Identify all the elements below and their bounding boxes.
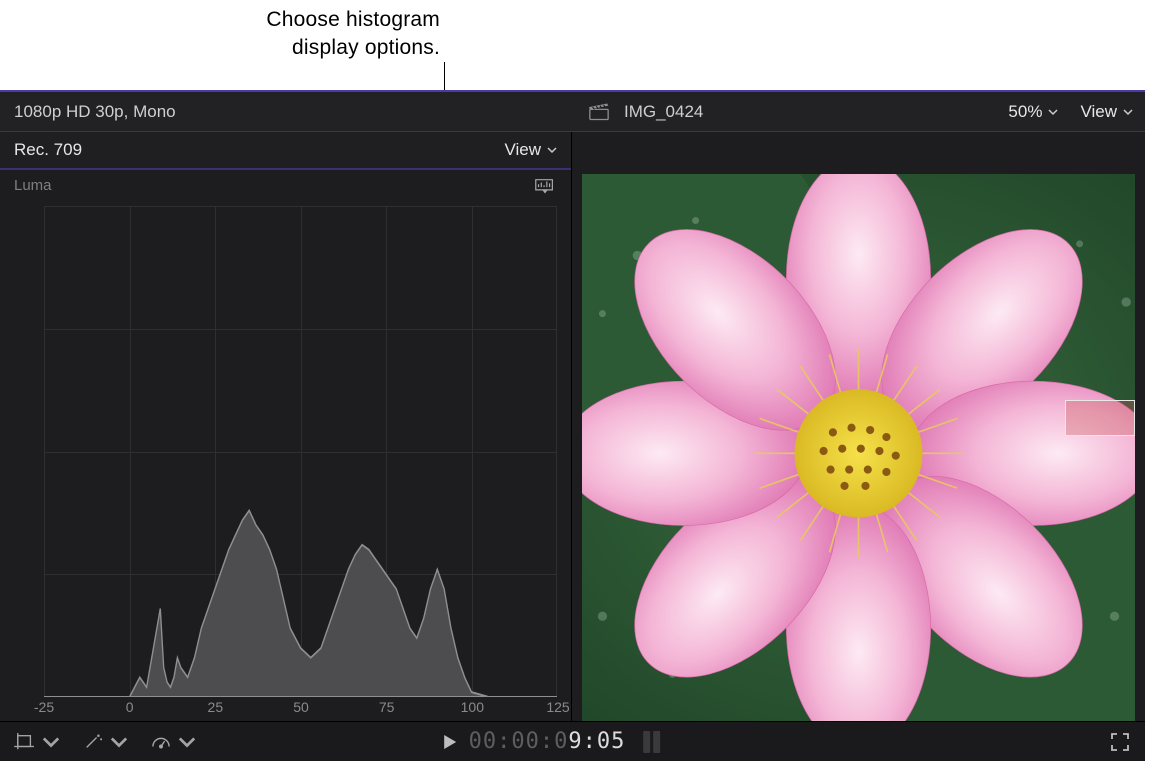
timecode-display[interactable]: 00:00:09:05 <box>469 729 626 754</box>
app-window: 1080p HD 30p, Mono IMG_0424 50% View <box>0 90 1145 761</box>
format-info: 1080p HD 30p, Mono <box>14 102 176 122</box>
clapper-icon <box>588 103 610 121</box>
transport-controls: 00:00:09:05 <box>441 729 661 754</box>
annotation-line1: Choose histogram <box>266 8 440 31</box>
play-button[interactable] <box>441 733 459 751</box>
viewer-view-dropdown[interactable]: View <box>1080 102 1133 122</box>
scope-view-label: View <box>504 140 541 160</box>
axis-tick: 125 <box>546 699 569 715</box>
histogram-options-button[interactable] <box>533 176 557 194</box>
zoom-label: 50% <box>1008 102 1042 122</box>
retime-tool-button[interactable] <box>150 733 198 751</box>
annotation-callout: Choose histogram display options. <box>0 6 440 63</box>
scope-header: Rec. 709 View <box>0 132 571 170</box>
topbar: 1080p HD 30p, Mono IMG_0424 50% View <box>0 92 1145 132</box>
axis-tick: 25 <box>208 699 224 715</box>
bottom-toolbar: 00:00:09:05 <box>0 721 1145 761</box>
scope-channel-row: Luma <box>0 170 571 200</box>
chevron-down-icon <box>108 733 130 751</box>
chevron-down-icon <box>1048 107 1058 117</box>
enhance-tool-button[interactable] <box>82 733 130 751</box>
viewer-canvas <box>582 174 1135 721</box>
selection-overlay[interactable] <box>1065 400 1135 436</box>
chevron-down-icon <box>547 145 557 155</box>
scope-channel-label: Luma <box>14 177 52 194</box>
axis-tick: 75 <box>379 699 395 715</box>
histogram-chart: -25 0 25 50 75 100 125 <box>0 200 571 721</box>
axis-tick: 50 <box>293 699 309 715</box>
chevron-down-icon <box>1123 107 1133 117</box>
chevron-down-icon <box>176 733 198 751</box>
annotation-line2: display options. <box>292 36 440 59</box>
scopes-panel: Rec. 709 View Luma <box>0 132 572 721</box>
topbar-right: IMG_0424 50% View <box>572 102 1145 122</box>
axis-tick: 0 <box>126 699 134 715</box>
scope-view-dropdown[interactable]: View <box>504 140 557 160</box>
axis-tick: 100 <box>461 699 484 715</box>
preview-image <box>582 174 1135 721</box>
clip-name: IMG_0424 <box>624 102 703 122</box>
axis-tick: -25 <box>34 699 54 715</box>
histogram-plot <box>44 206 557 697</box>
color-space-label: Rec. 709 <box>14 140 82 160</box>
viewer-panel[interactable] <box>572 132 1145 721</box>
timecode-bright: 9:05 <box>568 729 625 754</box>
timecode-dim: 00:00:0 <box>469 729 569 754</box>
chevron-down-icon <box>40 733 62 751</box>
fullscreen-button[interactable] <box>1109 731 1131 753</box>
topbar-left: 1080p HD 30p, Mono <box>0 102 572 122</box>
x-axis: -250255075100125 <box>14 699 557 721</box>
viewer-view-label: View <box>1080 102 1117 122</box>
content-area: Rec. 709 View Luma <box>0 132 1145 721</box>
audio-meters <box>643 731 660 753</box>
zoom-dropdown[interactable]: 50% <box>1008 102 1058 122</box>
crop-tool-button[interactable] <box>14 733 62 751</box>
